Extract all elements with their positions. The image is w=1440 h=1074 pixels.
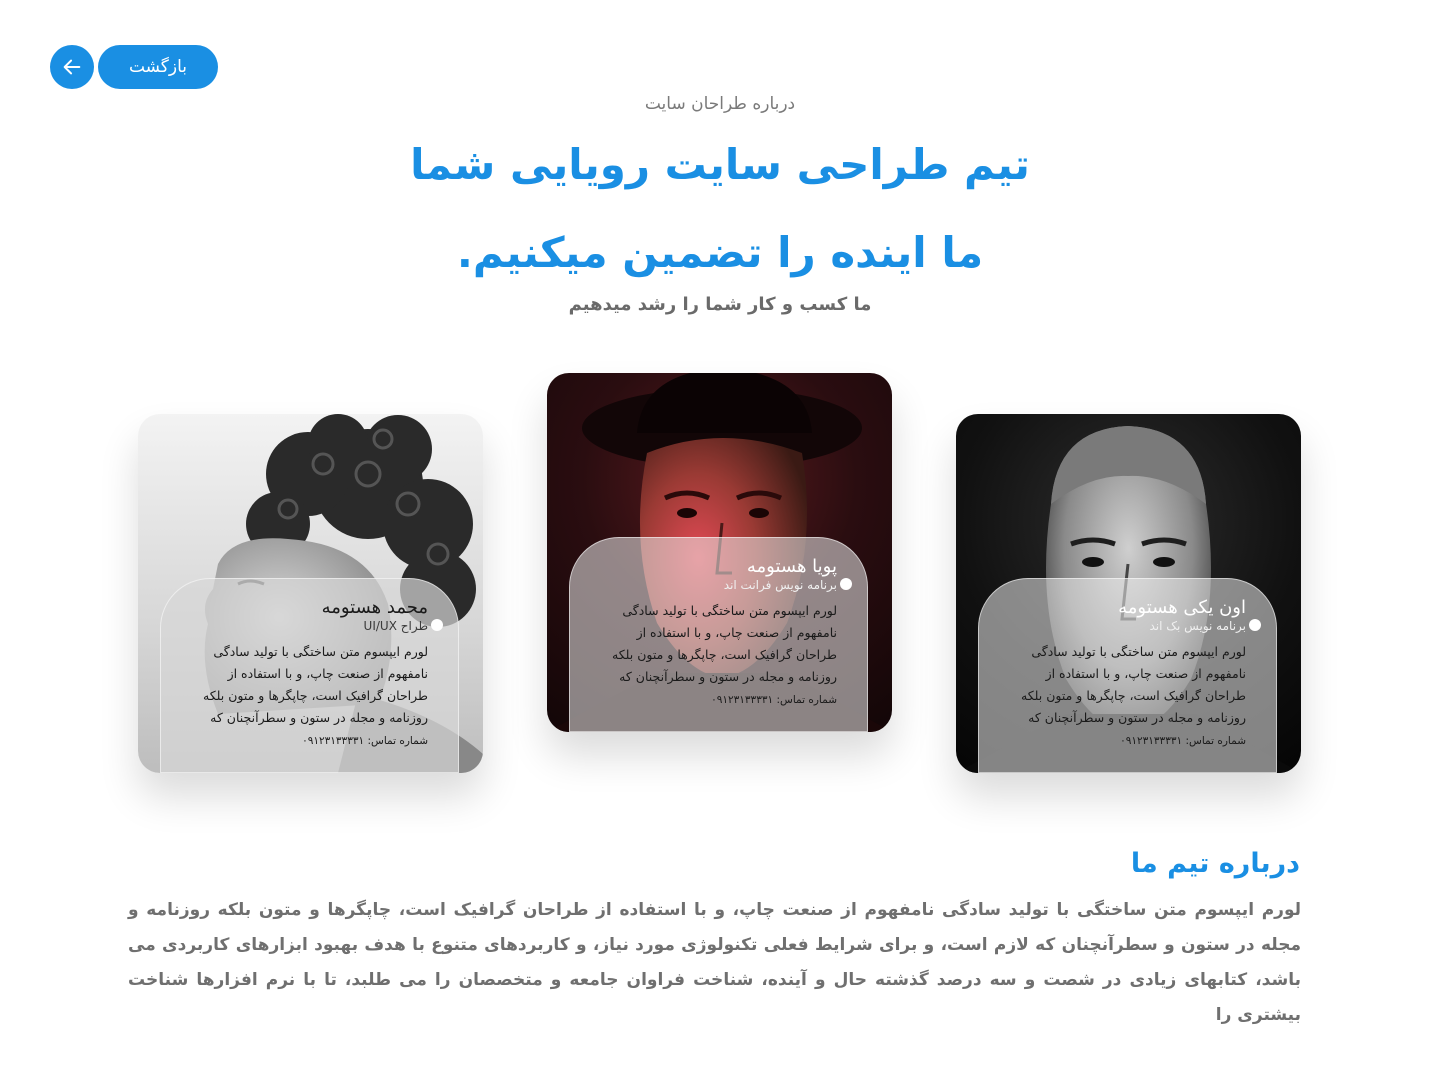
member-name: پویا هستومه — [746, 556, 837, 577]
team-member-info: اون یکی هستومه برنامه نویس بک اند لورم ا… — [978, 578, 1277, 773]
arrow-left-icon — [63, 59, 81, 75]
headline-line-1: تیم طراحی سایت رویایی شما — [410, 140, 1030, 189]
back-control: بازگشت — [50, 45, 218, 89]
member-bio: لورم ایپسوم متن ساختگی با تولید سادگی نا… — [612, 603, 837, 684]
member-role: برنامه نویس فرانت اند — [723, 578, 837, 592]
bullet-dot-icon — [1249, 619, 1261, 631]
member-name: اون یکی هستومه — [1118, 597, 1246, 618]
team-card-backend[interactable]: اون یکی هستومه برنامه نویس بک اند لورم ا… — [956, 414, 1301, 773]
member-phone: شماره تماس: ۰۹۱۲۳۱۳۳۳۳۱ — [711, 694, 837, 706]
subheadline: ما کسب و کار شما را رشد میدهیم — [568, 294, 872, 315]
member-phone: شماره تماس: ۰۹۱۲۳۱۳۳۳۳۱ — [302, 735, 428, 747]
about-title: درباره تیم ما — [1130, 848, 1300, 879]
eyebrow-text: درباره طراحان سایت — [644, 94, 796, 114]
team-card-ui-designer[interactable]: محمد هستومه طراح UI/UX لورم ایپسوم متن س… — [138, 414, 483, 773]
about-paragraph: لورم ایپسوم متن ساختگی با تولید سادگی نا… — [128, 900, 1301, 1025]
headline-line-2: ما اینده را تضمین میکنیم. — [456, 228, 984, 277]
member-role: طراح UI/UX — [363, 619, 428, 633]
member-role: برنامه نویس بک اند — [1149, 619, 1247, 633]
member-phone: شماره تماس: ۰۹۱۲۳۱۳۳۳۳۱ — [1120, 735, 1246, 747]
team-member-info: محمد هستومه طراح UI/UX لورم ایپسوم متن س… — [160, 578, 459, 773]
member-bio: لورم ایپسوم متن ساختگی با تولید سادگی نا… — [1021, 644, 1246, 725]
bullet-dot-icon — [431, 619, 443, 631]
team-member-info: پویا هستومه برنامه نویس فرانت اند لورم ا… — [569, 537, 868, 732]
bullet-dot-icon — [840, 578, 852, 590]
team-card-frontend[interactable]: پویا هستومه برنامه نویس فرانت اند لورم ا… — [547, 373, 892, 732]
back-button[interactable]: بازگشت — [98, 45, 218, 89]
back-arrow-button[interactable] — [50, 45, 94, 89]
member-bio: لورم ایپسوم متن ساختگی با تولید سادگی نا… — [203, 644, 428, 725]
member-name: محمد هستومه — [321, 597, 428, 618]
